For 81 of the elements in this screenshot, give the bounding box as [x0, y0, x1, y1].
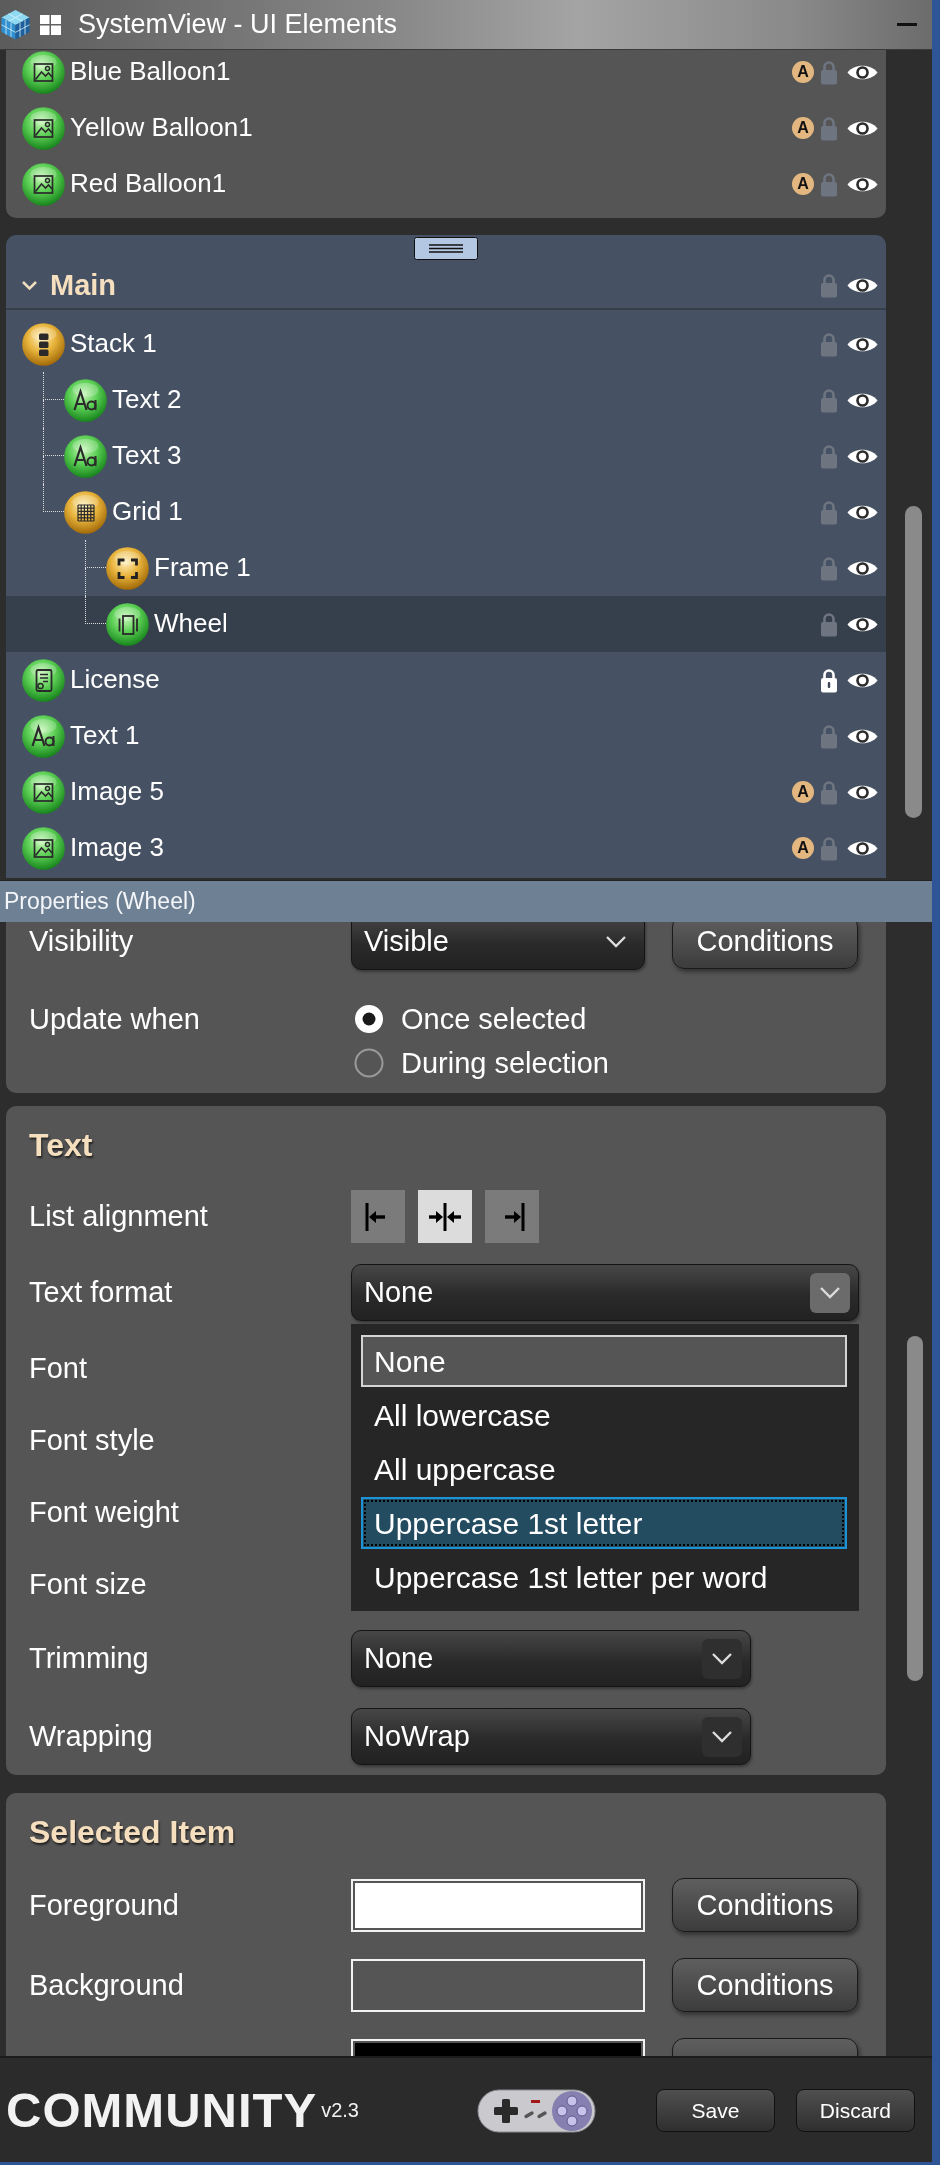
property-label: Background	[29, 1967, 185, 2003]
stack-icon	[22, 322, 65, 366]
dropdown[interactable]: None	[351, 1264, 859, 1321]
align-right-button[interactable]	[485, 1190, 539, 1243]
grid-icon	[64, 490, 107, 534]
dropdown[interactable]: NoWrap	[351, 1708, 751, 1765]
scrollbar-thumb[interactable]	[907, 1336, 923, 1681]
property-label: Trimming	[29, 1641, 150, 1676]
align-left-button[interactable]	[351, 1190, 405, 1243]
tree-item[interactable]: Image 5 A	[6, 764, 886, 820]
tree-item[interactable]: Blue Balloon1 A	[6, 50, 886, 100]
letter-badge: A	[792, 61, 814, 83]
window-title: SystemView - UI Elements	[78, 8, 398, 41]
tree-item[interactable]: License	[6, 652, 886, 708]
color-swatch[interactable]	[351, 1958, 645, 2012]
tree-item[interactable]: Text 3	[6, 428, 886, 484]
dropdown[interactable]: None	[351, 1630, 751, 1687]
frame-corners-icon	[106, 546, 149, 590]
dropdown-option[interactable]: Uppercase 1st letter per word	[361, 1551, 847, 1603]
picture-icon	[22, 106, 65, 150]
splitter-grip[interactable]	[414, 237, 478, 260]
letter-badge: A	[792, 173, 814, 195]
section-title: Text	[28, 1126, 94, 1165]
property-label: Font	[29, 1350, 89, 1386]
panel-header: Properties (Wheel)	[0, 880, 932, 922]
certificate-icon	[22, 658, 65, 702]
tree-item[interactable]: Wheel	[6, 596, 886, 652]
letter-badge: A	[792, 117, 814, 139]
group-header[interactable]: Main	[6, 262, 886, 310]
tree-item[interactable]: Red Balloon1 A	[6, 156, 886, 212]
conditions-button[interactable]: Conditions	[672, 922, 858, 969]
tree-item[interactable]: Yellow Balloon1 A	[6, 100, 886, 156]
conditions-button[interactable]: Conditions	[672, 1958, 858, 2012]
picture-icon	[22, 50, 65, 94]
picture-icon	[22, 826, 65, 870]
font-icon	[64, 434, 107, 478]
dropdown-option[interactable]: All uppercase	[361, 1443, 847, 1495]
property-label: Update when	[29, 1002, 201, 1037]
cube-icon	[0, 9, 31, 40]
logo-text: COMMUNITY	[6, 2085, 318, 2135]
letter-badge: A	[792, 781, 814, 803]
property-label: Wrapping	[29, 1719, 154, 1754]
font-icon	[64, 378, 107, 422]
conditions-button[interactable]: Conditions	[672, 1878, 858, 1932]
property-label: Text format	[29, 1275, 174, 1310]
four-squares-icon	[40, 14, 61, 35]
padlock-icon[interactable]	[820, 667, 838, 693]
picture-icon	[22, 770, 65, 814]
chevron-down-icon[interactable]	[711, 1652, 733, 1665]
property-label: Font style	[29, 1422, 156, 1458]
property-label: Foreground	[29, 1887, 180, 1923]
chevron-down-icon[interactable]	[711, 1730, 733, 1743]
property-label: Font size	[29, 1566, 148, 1602]
tree-item[interactable]: Image 3 A	[6, 820, 886, 876]
property-label: Font weight	[29, 1494, 180, 1530]
tree-item[interactable]: Stack 1	[6, 316, 886, 372]
save-button[interactable]: Save	[655, 2088, 775, 2132]
dropdown-option[interactable]: Uppercase 1st letter	[361, 1497, 847, 1549]
letter-badge: A	[792, 837, 814, 859]
property-label: List alignment	[29, 1199, 209, 1234]
align-center-button[interactable]	[418, 1190, 472, 1243]
dropdown-option[interactable]: None	[361, 1335, 847, 1387]
scrollbar-thumb[interactable]	[905, 506, 922, 818]
picture-icon	[22, 162, 65, 206]
section-title: Selected Item	[28, 1813, 237, 1852]
tree-item[interactable]: Text 1	[6, 708, 886, 764]
version-label: v2.3	[321, 2098, 359, 2123]
radio-button[interactable]	[354, 1048, 384, 1078]
option-label[interactable]: Once selected	[401, 1001, 587, 1037]
tree-item[interactable]: Text 2	[6, 372, 886, 428]
dropdown[interactable]: Visible	[351, 922, 645, 970]
property-label: Visibility	[29, 924, 135, 959]
color-swatch[interactable]	[351, 1878, 645, 1932]
tree-item[interactable]: Grid 1	[6, 484, 886, 540]
font-icon	[22, 714, 65, 758]
dropdown-option[interactable]: All lowercase	[361, 1389, 847, 1441]
chevron-down-icon[interactable]	[21, 279, 38, 291]
chevron-down-icon[interactable]	[605, 935, 627, 948]
option-label[interactable]: During selection	[401, 1045, 609, 1081]
carousel-icon	[106, 602, 149, 646]
discard-button[interactable]: Discard	[795, 2088, 915, 2132]
